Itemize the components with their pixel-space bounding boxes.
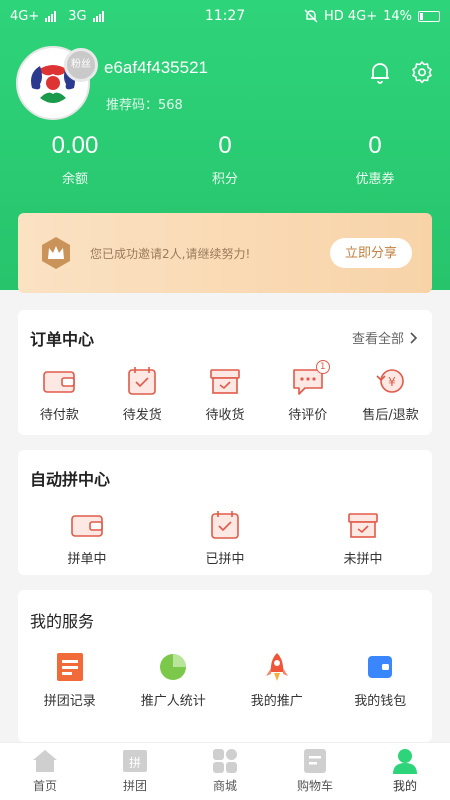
invite-message: 您已成功邀请2人,请继续努力! <box>90 247 251 261</box>
service-my-wallet-label: 我的钱包 <box>354 694 407 709</box>
wallet-card-icon <box>368 656 393 678</box>
profile-section: 粉丝 e6af4f435521 推荐码：568 <box>16 46 434 122</box>
stats-row: 0.00 余额 0 积分 0 优惠券 <box>0 132 450 192</box>
pie-chart-icon <box>160 654 187 680</box>
group-lost-label: 未拼中 <box>343 552 383 567</box>
service-promoter-stats[interactable]: 推广人统计 <box>122 652 226 709</box>
tab-cart[interactable]: 购物车 <box>270 743 360 800</box>
box-icon <box>348 513 378 538</box>
service-my-promotion-label: 我的推广 <box>250 694 303 709</box>
share-now-button[interactable]: 立即分享 <box>330 238 412 268</box>
order-pending-shipment[interactable]: 待发货 <box>101 366 184 423</box>
calendar-check-icon <box>128 367 156 395</box>
group-won-label: 已拼中 <box>205 552 245 567</box>
battery-icon <box>418 10 440 22</box>
service-my-wallet[interactable]: 我的钱包 <box>329 652 433 709</box>
cart-icon <box>304 749 326 773</box>
review-count-badge: 1 <box>315 360 330 374</box>
group-center-title: 自动拼中心 <box>30 470 111 489</box>
status-bar: 4G+ 3G 11:27 HD 4G+ 14% <box>0 0 450 32</box>
services-title: 我的服务 <box>30 612 95 631</box>
order-pending-payment[interactable]: 待付款 <box>18 366 101 423</box>
stat-balance-label: 余额 <box>61 172 88 187</box>
wallet-icon <box>43 371 76 393</box>
box-icon <box>210 369 240 394</box>
tab-home[interactable]: 首页 <box>0 743 90 800</box>
order-center-title: 订单中心 <box>30 330 95 349</box>
stat-balance[interactable]: 0.00 余额 <box>0 132 150 192</box>
order-refund[interactable]: ¥ 售后/退款 <box>349 366 432 423</box>
fan-badge: 粉丝 <box>64 48 98 82</box>
tab-group[interactable]: 拼 拼团 <box>90 743 180 800</box>
service-group-records-label: 拼团记录 <box>43 694 96 709</box>
wallet-icon <box>71 515 103 537</box>
invite-banner: 您已成功邀请2人,请继续努力! 立即分享 <box>18 213 432 293</box>
service-my-promotion[interactable]: 我的推广 <box>225 652 329 709</box>
tab-group-label: 拼团 <box>122 779 147 793</box>
bell-icon[interactable] <box>368 60 392 84</box>
order-pending-shipment-label: 待发货 <box>122 408 162 423</box>
home-icon <box>33 750 57 772</box>
tab-mine[interactable]: 我的 <box>360 743 450 800</box>
referral-code: 推荐码：568 <box>106 98 183 113</box>
group-won[interactable]: 已拼中 <box>156 510 294 567</box>
grid-icon <box>213 749 237 773</box>
tab-mall[interactable]: 商城 <box>180 743 270 800</box>
group-in-progress-label: 拼单中 <box>67 552 107 567</box>
services-card: 我的服务 拼团记录 推广人统计 我的推广 我的钱包 <box>18 590 432 742</box>
group-lost[interactable]: 未拼中 <box>294 510 432 567</box>
bottom-tab-bar: 首页 拼 拼团 商城 购物车 我的 <box>0 742 450 800</box>
clock: 11:27 <box>204 8 246 24</box>
order-center-card: 订单中心 查看全部 待付款 待发货 待收货 1 待评价 ¥ 售后/退款 <box>18 310 432 435</box>
stat-coupons-label: 优惠券 <box>355 172 395 187</box>
user-icon <box>393 749 417 774</box>
record-icon <box>56 653 83 681</box>
order-pending-review[interactable]: 1 待评价 <box>266 360 349 423</box>
stat-coupons-value: 0 <box>368 132 382 159</box>
group-icon: 拼 <box>123 750 147 772</box>
tab-mall-label: 商城 <box>212 779 237 793</box>
stat-coupons[interactable]: 0 优惠券 <box>300 132 450 192</box>
rocket-icon <box>265 653 288 681</box>
svg-text:¥: ¥ <box>388 375 396 389</box>
gear-icon[interactable] <box>410 60 434 84</box>
service-promoter-stats-label: 推广人统计 <box>140 694 206 709</box>
tab-home-label: 首页 <box>32 779 57 793</box>
view-all-link[interactable]: 查看全部 <box>352 328 418 347</box>
stat-points-value: 0 <box>218 132 232 159</box>
stat-points-label: 积分 <box>211 172 238 187</box>
stat-points[interactable]: 0 积分 <box>150 132 300 192</box>
refund-icon: ¥ <box>376 369 404 393</box>
order-pending-payment-label: 待付款 <box>39 408 79 423</box>
group-in-progress[interactable]: 拼单中 <box>18 510 156 567</box>
chevron-right-icon <box>410 331 418 344</box>
order-refund-label: 售后/退款 <box>362 408 419 423</box>
svg-text:拼: 拼 <box>129 756 141 770</box>
order-pending-receipt-label: 待收货 <box>205 408 245 423</box>
service-group-records[interactable]: 拼团记录 <box>18 652 122 709</box>
tab-cart-label: 购物车 <box>296 779 333 793</box>
order-pending-review-label: 待评价 <box>288 408 328 423</box>
calendar-check-icon <box>211 511 239 539</box>
stat-balance-value: 0.00 <box>51 132 99 159</box>
tab-mine-label: 我的 <box>392 779 417 793</box>
username: e6af4f435521 <box>104 58 208 77</box>
group-center-card: 自动拼中心 拼单中 已拼中 未拼中 <box>18 450 432 575</box>
crown-icon <box>42 237 70 269</box>
order-pending-receipt[interactable]: 待收货 <box>184 366 267 423</box>
view-all-label: 查看全部 <box>351 332 404 347</box>
